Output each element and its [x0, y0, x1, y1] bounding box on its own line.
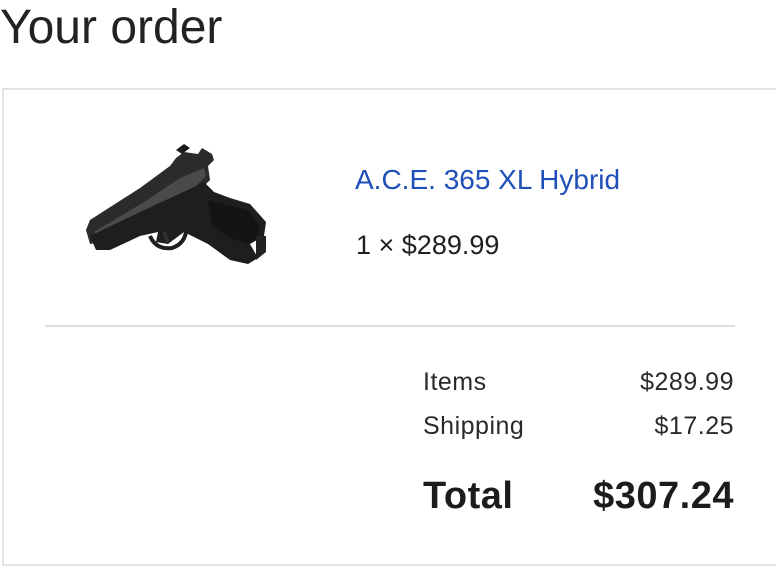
shipping-label: Shipping: [423, 412, 525, 440]
page-title: Your order: [0, 1, 223, 54]
summary-shipping-row: Shipping $17.25: [423, 410, 734, 442]
pistol-product-image[interactable]: [80, 140, 270, 270]
divider: [45, 325, 735, 327]
product-quantity-price: 1 × $289.99: [356, 230, 500, 260]
items-label: Items: [423, 368, 487, 396]
total-value: $307.24: [593, 475, 734, 517]
order-page: Your order A.C.E. 365 XL Hybrid 1 × $289…: [0, 0, 776, 570]
summary-items-row: Items $289.99: [423, 366, 734, 398]
product-name-link[interactable]: A.C.E. 365 XL Hybrid: [355, 162, 620, 198]
summary-total-row: Total $307.24: [423, 473, 734, 519]
items-value: $289.99: [640, 368, 734, 396]
total-label: Total: [423, 475, 514, 517]
shipping-value: $17.25: [654, 412, 734, 440]
